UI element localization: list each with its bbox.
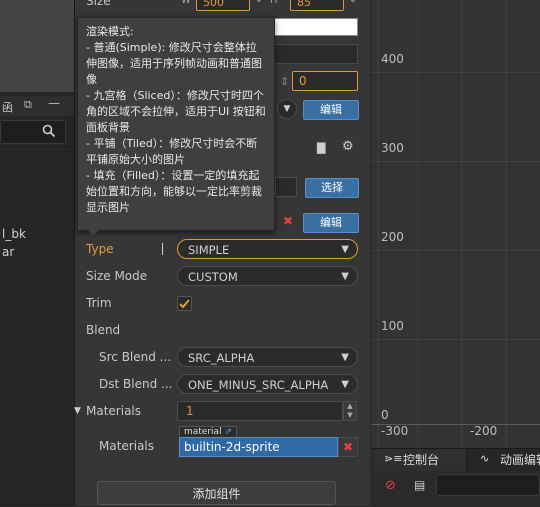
trim-checkbox[interactable] (177, 296, 192, 311)
field[interactable] (270, 44, 358, 64)
collapse-triangle-icon[interactable]: ▼ (74, 406, 81, 416)
dst-blend-value: ONE_MINUS_SRC_ALPHA (188, 378, 329, 392)
tree-item[interactable]: ar (0, 243, 76, 261)
chevron-down-icon: ▼ (341, 352, 349, 363)
chevron-down-icon: ▼ (341, 244, 349, 255)
edit-button[interactable]: 编辑 (303, 100, 359, 120)
select-button[interactable]: 选择 (305, 178, 359, 198)
type-label: Type (86, 242, 114, 256)
materials-stepper-icon[interactable]: ▲ ▼ (343, 401, 357, 421)
tooltip-line: - 九宫格（Sliced）：修改尺寸时四个角的区域不会拉伸，适用于UI 按钮和面… (86, 89, 266, 134)
chevron-down-icon: ▼ (341, 271, 349, 282)
tree-item[interactable]: l_bk (0, 225, 76, 243)
hierarchy-toolbar: 函 ⧉ — (0, 96, 74, 116)
add-component-button[interactable]: 添加组件 (97, 481, 336, 505)
remove-material-icon[interactable]: ✖ (338, 437, 358, 457)
src-blend-value: SRC_ALPHA (188, 351, 255, 365)
material-field[interactable]: builtin-2d-sprite (179, 437, 338, 457)
grid-line (371, 72, 540, 73)
dst-blend-select[interactable]: ONE_MINUS_SRC_ALPHA ▼ (177, 374, 358, 394)
material-tag-text: material (184, 427, 222, 437)
color-swatch[interactable] (270, 18, 358, 36)
grid-line (378, 0, 379, 448)
tab-animation-label: 动画编辑 (500, 453, 540, 467)
size-mode-select[interactable]: CUSTOM ▼ (177, 266, 358, 286)
y-tick-label: 100 (381, 319, 404, 333)
tooltip-line: - 平铺（Tiled）：修改尺寸时会不断平铺原始大小的图片 (86, 137, 258, 166)
y-tick-label: 400 (381, 52, 404, 66)
animation-icon: ∿ (480, 452, 490, 465)
materials-label: Materials (86, 404, 142, 418)
gear-icon[interactable]: ⚙ (342, 139, 354, 154)
console-filter-input[interactable] (436, 474, 540, 496)
blend-label: Blend (86, 323, 121, 337)
clear-icon[interactable]: ⊘ (385, 478, 396, 493)
window-icon[interactable]: ⧉ (24, 98, 32, 112)
tooltip-line: - 普通(Simple): 修改尺寸会整体拉伸图像，适用于序列帧动画和普通图像 (86, 41, 262, 86)
hierarchy-header-area (0, 0, 74, 92)
grid-line (371, 250, 540, 251)
remove-icon[interactable]: ✖ (283, 214, 293, 228)
grid-line (417, 0, 418, 448)
y-tick-label: 0 (381, 408, 389, 422)
book-icon[interactable]: ▇ (317, 141, 325, 154)
grid-line (461, 0, 462, 448)
render-mode-tooltip: 渲染模式: - 普通(Simple): 修改尺寸会整体拉伸图像，适用于序列帧动画和… (77, 17, 275, 231)
chevron-down-icon: ▼ (341, 379, 349, 390)
grid-line (506, 0, 507, 448)
divider (0, 146, 74, 147)
search-input[interactable] (0, 120, 66, 144)
x-tick-label: -300 (381, 424, 409, 438)
tooltip-line: - 填充（Filled）：设置一定的填充起始位置和方向，能够以一定比率剪裁显示图… (86, 169, 262, 214)
x-tick-label: -200 (470, 424, 498, 438)
tooltip-pointer (88, 230, 98, 236)
h-label: H (270, 0, 278, 6)
number-input[interactable]: 0 (292, 71, 358, 91)
type-select[interactable]: SIMPLE ▼ (177, 239, 358, 259)
trim-label: Trim (86, 296, 112, 310)
asset-field[interactable] (275, 177, 297, 197)
grid-line (371, 339, 540, 340)
src-blend-label: Src Blend ... (99, 350, 172, 364)
tooltip-title: 渲染模式: (86, 25, 134, 38)
y-tick-label: 300 (381, 141, 404, 155)
scene-view[interactable] (371, 0, 540, 448)
width-input[interactable]: 500 (196, 0, 250, 11)
document-icon[interactable]: ▤ (414, 478, 425, 492)
grid-line (371, 161, 540, 162)
tab-console-label: 控制台 (403, 453, 440, 467)
type-value: SIMPLE (188, 243, 230, 257)
minus-icon[interactable]: — (48, 96, 60, 110)
checkmark-icon (179, 299, 190, 309)
size-mode-value: CUSTOM (188, 270, 238, 284)
tab-console[interactable]: ⋗≡ 控制台 (374, 449, 467, 471)
y-tick-label: 200 (381, 230, 404, 244)
materials-item-label: Materials (99, 439, 155, 453)
w-label: W (181, 0, 191, 6)
toolbar-text: 函 (2, 101, 13, 114)
height-input[interactable]: 85 (290, 0, 344, 11)
text-cursor (162, 243, 163, 255)
h-stepper-icon[interactable]: ⇕ (349, 0, 357, 5)
search-icon[interactable] (42, 124, 56, 138)
size-mode-label: Size Mode (86, 269, 148, 283)
external-link-icon[interactable]: ⇗ (224, 427, 232, 437)
stepper-icon[interactable]: ⇕ (280, 75, 289, 88)
materials-count-input[interactable]: 1 (177, 401, 343, 421)
console-icon: ⋗≡ (384, 452, 403, 465)
edit-button-2[interactable]: 编辑 (303, 213, 359, 233)
tab-animation[interactable]: ∿ 动画编辑 (467, 449, 540, 471)
size-label: Size (86, 0, 111, 8)
w-stepper-icon[interactable]: ⇕ (255, 0, 263, 5)
src-blend-select[interactable]: SRC_ALPHA ▼ (177, 347, 358, 367)
dropdown-arrow-icon[interactable]: ▼ (277, 99, 297, 119)
dst-blend-label: Dst Blend ... (99, 377, 173, 391)
